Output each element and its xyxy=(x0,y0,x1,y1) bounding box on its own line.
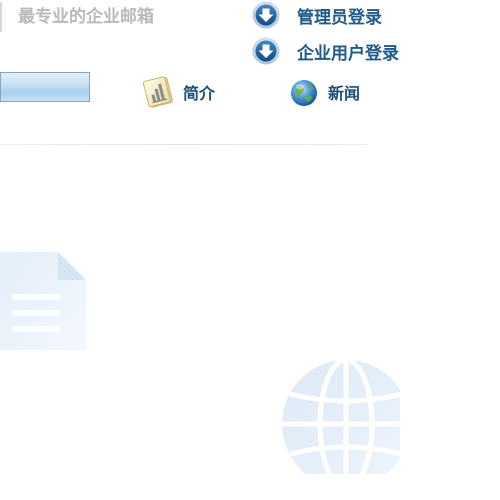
user-login-label: 企业用户登录 xyxy=(297,43,399,64)
globe-icon xyxy=(288,75,322,109)
user-login-link[interactable]: 企业用户登录 xyxy=(252,36,399,66)
admin-login-link[interactable]: 管理员登录 xyxy=(252,0,382,30)
slogan: 最专业的企业邮箱 xyxy=(0,2,154,32)
nav-label-news: 新闻 xyxy=(328,84,361,103)
download-arrow-circle-icon xyxy=(252,1,280,29)
globe-watermark-icon xyxy=(276,356,410,491)
document-watermark-icon xyxy=(0,250,94,354)
nav-item-news[interactable]: 新闻 xyxy=(288,74,360,110)
divider xyxy=(0,144,368,145)
page: 最专业的企业邮箱 管理员登录 企业用户登录 简介 新闻 xyxy=(0,0,500,500)
chart-document-icon xyxy=(142,75,177,109)
download-arrow-circle-icon xyxy=(252,37,280,65)
nav-item-intro[interactable]: 简介 xyxy=(142,74,216,110)
blue-box-button[interactable] xyxy=(0,72,90,102)
nav-label-intro: 简介 xyxy=(183,84,216,103)
admin-login-label: 管理员登录 xyxy=(297,7,382,28)
